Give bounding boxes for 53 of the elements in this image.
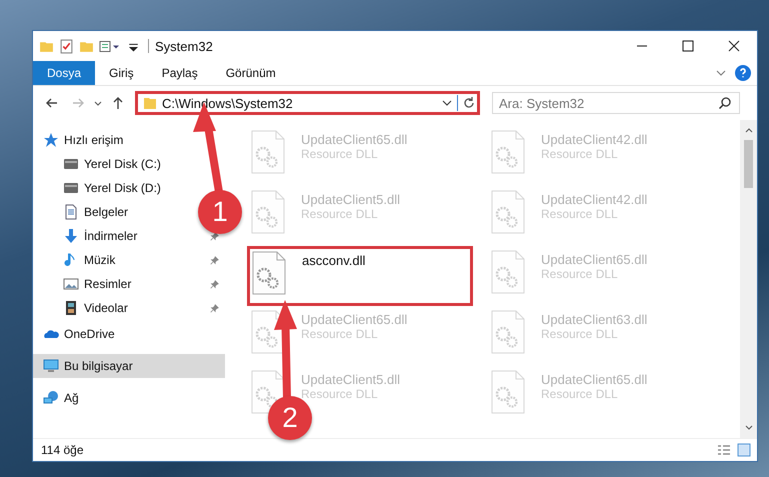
pin-icon[interactable] [210, 278, 219, 290]
address-path: C:\Windows\System32 [162, 96, 294, 110]
sidebar-item[interactable]: İndirmeler [33, 224, 198, 248]
properties-icon[interactable] [99, 38, 121, 54]
scrollbar[interactable] [740, 120, 757, 438]
sidebar-item[interactable]: Yerel Disk (D:) [33, 176, 198, 200]
search-icon [718, 96, 732, 110]
gear-file-icon [251, 130, 285, 174]
scrollbar-thumb[interactable] [744, 140, 753, 188]
pin-icon[interactable] [210, 230, 219, 242]
document-icon [63, 204, 79, 220]
sidebar-item[interactable]: Bu bilgisayar [33, 354, 225, 378]
picture-icon [63, 276, 79, 292]
star-icon [43, 132, 59, 148]
gear-file-icon [491, 130, 525, 174]
pin-icon[interactable] [210, 254, 219, 266]
computer-icon [43, 358, 59, 374]
gear-file-icon [491, 310, 525, 354]
sidebar-item[interactable]: Belgeler [33, 200, 198, 224]
sidebar-item[interactable]: Videolar [33, 296, 198, 320]
gear-file-icon [251, 190, 285, 234]
download-icon [63, 228, 79, 244]
drive-icon [63, 156, 79, 172]
ribbon-tab[interactable]: Dosya [33, 61, 96, 85]
address-bar[interactable]: C:\Windows\System32 [135, 91, 480, 115]
network-icon [43, 390, 59, 406]
pin-icon[interactable] [210, 302, 219, 314]
tiles-view-icon[interactable] [737, 443, 751, 457]
help-icon[interactable] [735, 65, 751, 81]
video-icon [63, 300, 79, 316]
drive-icon [63, 180, 79, 196]
scroll-up-icon[interactable] [744, 126, 754, 134]
gear-file-icon [252, 251, 286, 295]
sidebar-item[interactable]: Hızlı erişim [33, 128, 225, 152]
details-view-icon[interactable] [717, 443, 731, 457]
folder-icon [143, 96, 157, 110]
ribbon-tab[interactable]: Giriş [95, 61, 148, 85]
checklist-icon[interactable] [59, 38, 74, 54]
window-title: System32 [155, 38, 213, 54]
ribbon-tab[interactable]: Paylaş [148, 61, 212, 85]
item-count: 114 öğe [41, 443, 84, 457]
scroll-down-icon[interactable] [744, 424, 754, 432]
gear-file-icon [491, 370, 525, 414]
search-field[interactable]: Ara: System32 [492, 92, 740, 114]
gear-file-icon [491, 250, 525, 294]
sidebar-item[interactable]: Resimler [33, 272, 198, 296]
sidebar-item[interactable]: Ağ [33, 386, 225, 410]
ribbon-tab[interactable]: Görünüm [212, 61, 290, 85]
gear-file-icon [491, 190, 525, 234]
sidebar-item[interactable]: Müzik [33, 248, 198, 272]
sidebar-item[interactable]: OneDrive [33, 322, 225, 346]
sidebar-item[interactable]: Yerel Disk (C:) [33, 152, 198, 176]
file-name[interactable]: ascconv.dll [302, 253, 366, 268]
